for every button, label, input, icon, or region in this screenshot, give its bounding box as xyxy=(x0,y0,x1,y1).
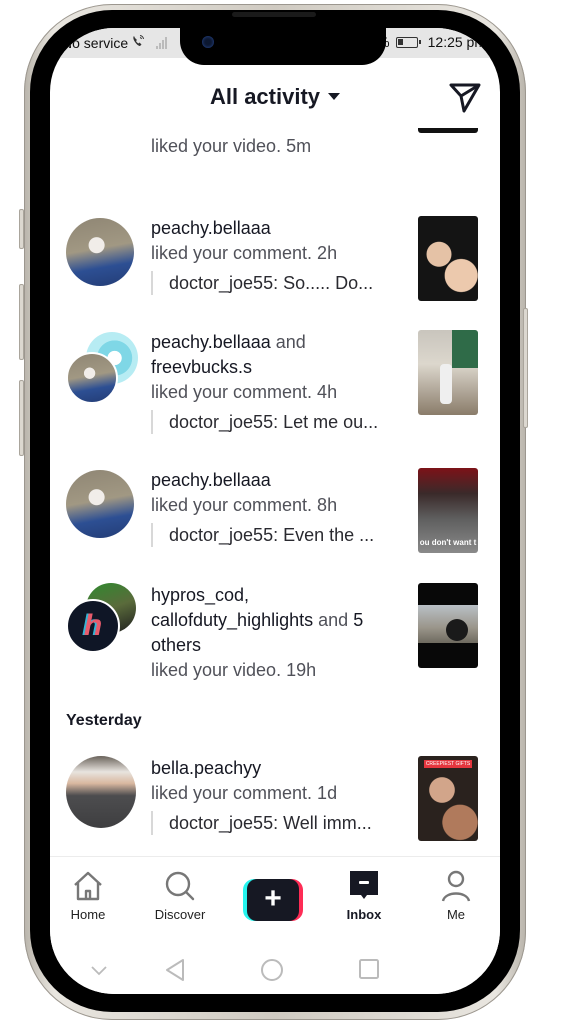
tab-discover[interactable]: Discover xyxy=(142,869,218,922)
inbox-icon xyxy=(350,871,378,899)
tab-label: Inbox xyxy=(346,907,382,922)
chevron-down-icon xyxy=(91,966,107,976)
activity-header: All activity xyxy=(50,80,500,120)
direct-messages-button[interactable] xyxy=(448,80,482,114)
others-count[interactable]: 5 xyxy=(353,610,363,630)
system-nav-bar xyxy=(50,938,500,994)
activity-action: liked your comment. 1d xyxy=(151,783,338,803)
paper-plane-icon xyxy=(449,83,481,113)
username-link[interactable]: callofduty_highlights xyxy=(151,610,313,630)
video-thumbnail[interactable] xyxy=(418,216,478,301)
battery-icon xyxy=(395,36,421,48)
activity-action: liked your comment. 8h xyxy=(151,495,338,515)
screen: No service 2% 12:25 pm All activity like… xyxy=(50,28,500,994)
home-circle-icon xyxy=(261,959,283,981)
joiner-text: and xyxy=(318,610,349,630)
recents-button[interactable] xyxy=(358,958,380,985)
avatar[interactable]: h xyxy=(66,599,120,653)
video-thumbnail[interactable]: CREEPIEST GIFTS xyxy=(418,756,478,841)
activity-action: liked your video. 5m xyxy=(151,136,312,156)
username-link[interactable]: peachy.bellaaa xyxy=(151,218,271,238)
hide-nav-button[interactable] xyxy=(90,964,108,982)
avatar-stack[interactable] xyxy=(66,332,138,404)
tab-label: Home xyxy=(70,907,106,922)
activity-feed[interactable]: liked your video. 5m peachy.bellaaa like… xyxy=(50,128,500,856)
create-video-button[interactable]: + xyxy=(243,879,303,921)
comment-quote: doctor_joe55: So..... Do... xyxy=(151,271,401,295)
activity-action: liked your comment. 4h xyxy=(151,382,338,402)
front-camera xyxy=(202,36,214,48)
video-thumbnail[interactable]: ou don't want t xyxy=(418,468,478,553)
carrier-text: No service xyxy=(62,34,129,51)
section-header-yesterday: Yesterday xyxy=(66,712,142,729)
avatar[interactable] xyxy=(66,756,136,828)
comment-quote: doctor_joe55: Well imm... xyxy=(151,811,401,835)
thumbnail-caption: ou don't want t xyxy=(419,538,477,547)
side-button-volume-down xyxy=(19,380,24,456)
camera-notch xyxy=(180,28,386,65)
bottom-tab-bar: Home Discover + Inbox Me xyxy=(50,856,500,936)
avatar[interactable] xyxy=(66,470,134,538)
home-nav-button[interactable] xyxy=(260,958,284,987)
video-thumbnail[interactable] xyxy=(418,330,478,415)
others-link[interactable]: others xyxy=(151,635,201,655)
signal-icon xyxy=(156,36,168,49)
back-triangle-icon xyxy=(166,959,184,981)
activity-filter-dropdown[interactable]: All activity xyxy=(50,84,500,110)
thumbnail-caption: CREEPIEST GIFTS xyxy=(424,760,472,768)
username-link[interactable]: peachy.bellaaa xyxy=(151,470,271,490)
tab-inbox[interactable]: Inbox xyxy=(326,869,402,922)
tab-label: Me xyxy=(446,907,466,922)
username-link[interactable]: hypros_cod, xyxy=(151,585,249,605)
avatar[interactable] xyxy=(66,352,118,404)
side-button-mute xyxy=(19,209,24,249)
h-logo-icon: h xyxy=(83,609,103,642)
video-thumbnail[interactable] xyxy=(418,583,478,668)
tab-home[interactable]: Home xyxy=(50,869,126,922)
recents-square-icon xyxy=(359,959,379,979)
back-button[interactable] xyxy=(164,958,186,987)
username-link[interactable]: bella.peachyy xyxy=(151,758,261,778)
earpiece xyxy=(232,12,316,17)
avatar-stack[interactable]: h xyxy=(66,583,136,653)
profile-icon xyxy=(441,870,471,902)
search-icon xyxy=(165,871,195,901)
page-title: All activity xyxy=(209,84,321,109)
username-link[interactable]: freevbucks.s xyxy=(151,357,252,377)
activity-action: liked your comment. 2h xyxy=(151,243,338,263)
wifi-calling-icon xyxy=(131,34,145,51)
username-link[interactable]: peachy.bellaaa xyxy=(151,332,271,352)
side-button-volume-up xyxy=(19,284,24,360)
joiner-text: and xyxy=(275,332,306,352)
caret-down-icon xyxy=(328,92,341,100)
tab-me[interactable]: Me xyxy=(418,869,494,922)
video-thumbnail[interactable] xyxy=(418,128,478,133)
avatar[interactable] xyxy=(66,218,134,286)
plus-icon: + xyxy=(247,879,299,921)
tab-label: Discover xyxy=(154,907,206,922)
home-icon xyxy=(74,871,102,901)
comment-quote: doctor_joe55: Let me ou... xyxy=(151,410,401,434)
activity-action: liked your video. 19h xyxy=(151,660,317,680)
clock-time: 12:25 pm xyxy=(427,34,486,50)
side-button-power xyxy=(523,308,528,428)
comment-quote: doctor_joe55: Even the ... xyxy=(151,523,401,547)
